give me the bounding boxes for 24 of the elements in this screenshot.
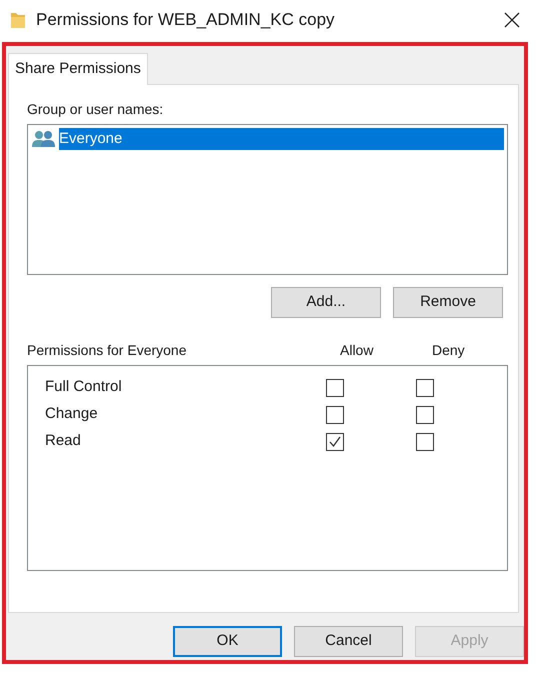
permission-label: Full Control <box>44 377 123 398</box>
checkbox[interactable] <box>326 378 344 396</box>
checkbox[interactable] <box>416 378 434 396</box>
checkbox[interactable] <box>326 432 344 450</box>
user-list[interactable]: Everyone <box>27 124 508 275</box>
permission-label: Read <box>44 431 82 452</box>
dialog-button[interactable]: OK <box>173 626 282 657</box>
users-icon <box>31 129 57 149</box>
checkbox[interactable] <box>326 406 344 424</box>
permission-label: Change <box>44 404 99 424</box>
column-header: Deny <box>432 341 465 360</box>
window-title: Permissions for WEB_ADMIN_KC copy <box>36 9 336 32</box>
permissions-label: Permissions for Everyone <box>27 341 188 360</box>
checkbox[interactable] <box>416 432 434 450</box>
column-header: Allow <box>340 341 374 360</box>
group-label: Group or user names: <box>27 100 164 119</box>
close-icon[interactable] <box>504 12 520 28</box>
dialog-button[interactable]: Cancel <box>294 626 404 657</box>
dialog-button[interactable]: Remove <box>393 287 503 318</box>
checkbox[interactable] <box>416 406 434 424</box>
dialog-button[interactable]: Add... <box>271 287 381 318</box>
user-item[interactable]: Everyone <box>59 128 504 150</box>
tab[interactable]: Share Permissions <box>8 53 148 85</box>
folder-icon <box>10 11 26 29</box>
